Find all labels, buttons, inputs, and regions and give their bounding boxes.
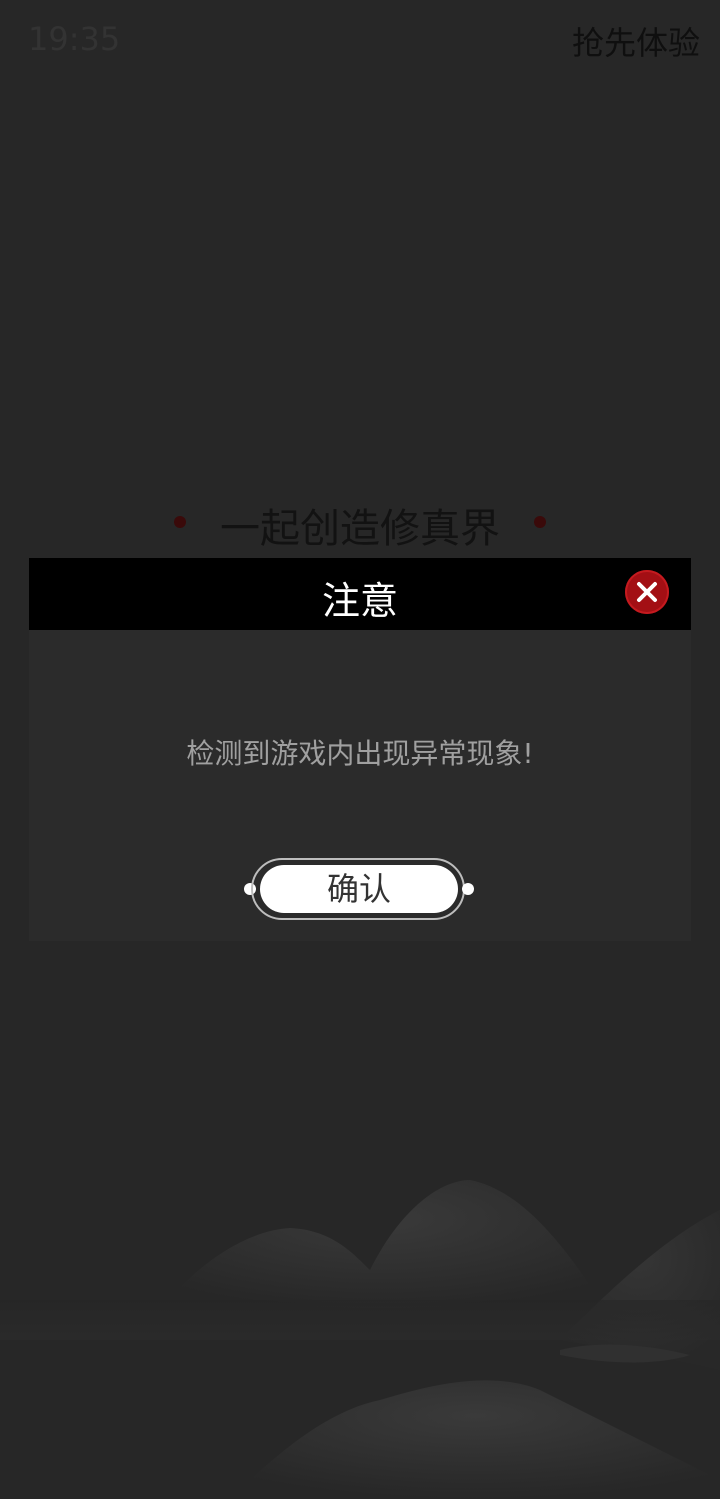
slogan-text: 一起创造修真界	[220, 506, 500, 552]
confirm-button-frame: 确认	[243, 856, 477, 926]
dialog-title: 注意	[321, 579, 398, 623]
dialog-message: 检测到游戏内出现异常现象!	[186, 737, 534, 770]
frame-knob-right	[462, 883, 474, 895]
confirm-button[interactable]: 确认	[260, 865, 458, 913]
notice-dialog: 注意 检测到游戏内出现异常现象! 确认	[29, 558, 691, 941]
close-button[interactable]	[625, 570, 669, 614]
slogan-dot-right	[534, 516, 546, 528]
game-screen: 19:35 抢先体验 一起创造修真界 注意 检测到游戏内出现异常现象! 确认	[0, 0, 720, 1499]
mountain-backdrop	[0, 1180, 720, 1499]
slogan-row: 一起创造修真界	[0, 494, 720, 552]
early-access-button[interactable]: 抢先体验	[572, 18, 700, 64]
dialog-header: 注意	[29, 558, 691, 630]
close-icon	[637, 582, 657, 602]
status-time: 19:35	[28, 20, 121, 58]
